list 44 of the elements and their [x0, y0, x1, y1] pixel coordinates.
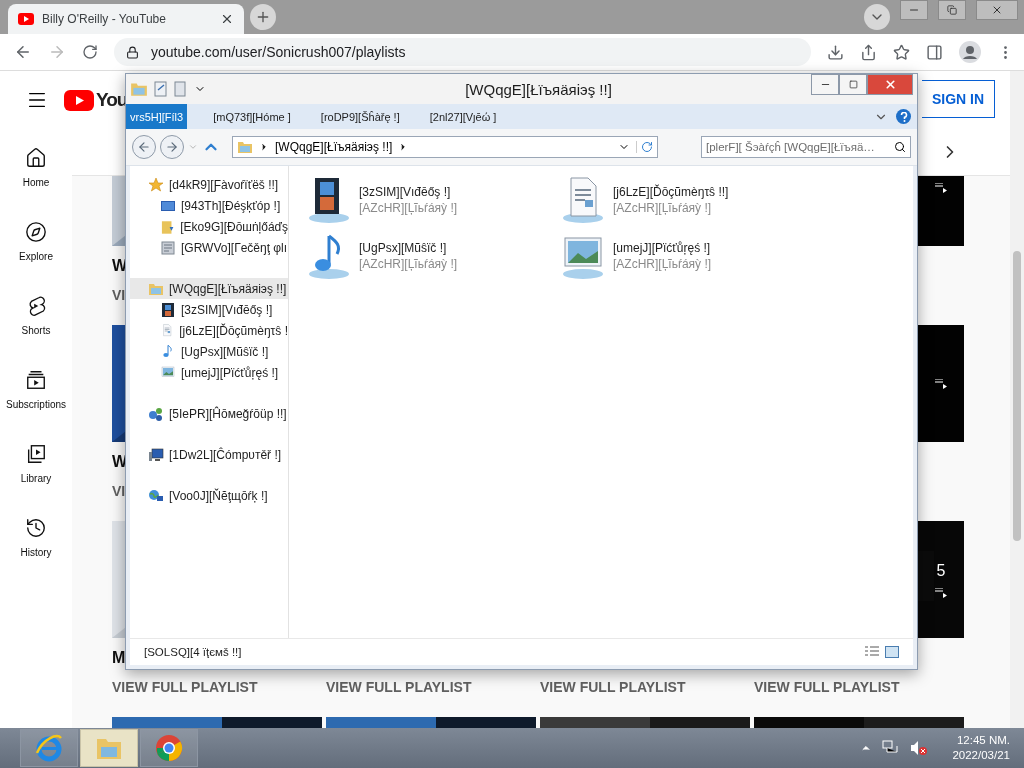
ribbon-tab[interactable]: vrs5H][Fíl3: [126, 104, 188, 129]
item-count: [SOLSQ][4 ïţємš !!]: [144, 646, 242, 658]
breadcrumb: [WQqgE][Łïъяäяiэş !!]: [275, 140, 393, 154]
view-playlist-link[interactable]: VIEW FULL PLAYLIST: [754, 678, 900, 696]
ribbon-tab[interactable]: [mQ73f][Hóme ]: [209, 104, 295, 129]
ribbon-tab[interactable]: [2nl27][Vȷēώ ]: [425, 104, 501, 129]
nav-item[interactable]: [GRWVo][Гečěŋţ φlı: [130, 237, 288, 258]
video-count: 5: [936, 561, 946, 580]
view-playlist-link[interactable]: VIEW FULL PLAYLIST: [326, 678, 472, 696]
clock[interactable]: 12:45 NM. 2022/03/21: [938, 733, 1010, 763]
playlist-title: M: [112, 648, 126, 668]
ribbon-tab[interactable]: [roDP9][Šĥàřę !]: [316, 104, 404, 129]
nav-item[interactable]: [943Th][Ðéşķťóp !]: [130, 195, 288, 216]
nav-item[interactable]: [d4kR9][Ƒàvoŕïťëš !!]: [130, 174, 288, 195]
sidebar-item[interactable]: History: [0, 517, 72, 558]
nav-item[interactable]: [3zSIM][Vıđēőş !]: [130, 299, 288, 320]
nav-item[interactable]: [Eko9G][Ðōшṅļőáďş: [130, 216, 288, 237]
nav-item[interactable]: [5IePR][Ĥōмеğŕōüp !!]: [130, 403, 288, 424]
library-item[interactable]: [3zSIM][Vıđēőş !] [AZcHR][Ļĩьŕáяỳ !]: [305, 172, 559, 228]
nav-item[interactable]: [Voo0J][Ňĕţщōŕķ !]: [130, 485, 288, 506]
sidebar-item[interactable]: Explore: [0, 221, 72, 262]
view-playlist-link[interactable]: VI: [112, 482, 126, 500]
view-playlist-link[interactable]: VI: [112, 286, 126, 304]
address-field[interactable]: [WQqgE][Łïъяäяiэş !!]: [232, 136, 658, 158]
library-item[interactable]: [UgPsx][Mũŝïč !] [AZcHR][Ļĩьŕáяỳ !]: [305, 228, 559, 284]
nav-item[interactable]: [UgPsx][Mũŝïč !]: [130, 341, 288, 362]
address-bar[interactable]: youtube.com/user/Sonicrush007/playlists: [114, 38, 811, 66]
window-title: [WQqgE][Łïъяäяiэş !!]: [464, 80, 613, 98]
sidebar-item[interactable]: Home: [0, 147, 72, 188]
nav-item[interactable]: [j6LzE][Ďōçũmèŋτŝ !: [130, 320, 288, 341]
sidebar-item[interactable]: Shorts: [0, 295, 72, 336]
sidebar-item[interactable]: Subscriptions: [0, 369, 72, 410]
sign-in-button[interactable]: SIGN IN: [922, 80, 996, 118]
nav-item[interactable]: [WQqgE][Łïъяäяiэş !!]: [130, 278, 288, 299]
view-playlist-link[interactable]: VIEW FULL PLAYLIST: [112, 678, 258, 696]
view-playlist-link[interactable]: VIEW FULL PLAYLIST: [540, 678, 686, 696]
nav-item[interactable]: [umejJ][Pïćťůŗęś !]: [130, 362, 288, 383]
browser-tab[interactable]: Billy O'Reilly - YouTube: [8, 4, 244, 34]
library-item[interactable]: [j6LzE][Ďōçũmèŋτŝ !!] [AZcHR][Ļĩьŕáяỳ !]: [559, 172, 813, 228]
sidebar-item[interactable]: Library: [0, 443, 72, 484]
nav-item[interactable]: [1Dw2L][Ĉómpυтěř !]: [130, 444, 288, 465]
url-text: youtube.com/user/Sonicrush007/playlists: [151, 44, 406, 60]
library-item[interactable]: [umejJ][Pïćťůŗęś !] [AZcHR][Ļĩьŕáяỳ !]: [559, 228, 813, 284]
search-field[interactable]: [plerF][ Šэàŕçĥ [WQqgE][Łïъяä…: [701, 136, 911, 158]
